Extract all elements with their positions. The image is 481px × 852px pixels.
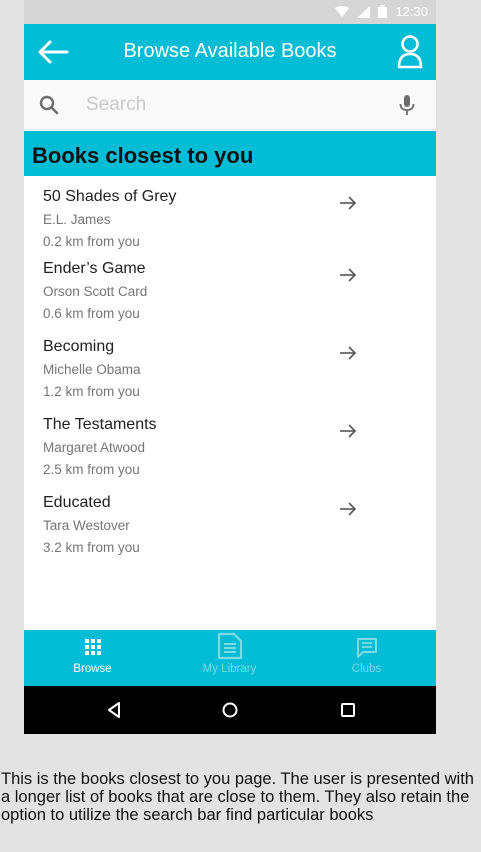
home-circle-icon[interactable] [220, 700, 240, 720]
book-distance: 1.2 km from you [43, 384, 140, 399]
battery-icon [378, 5, 388, 18]
book-title: Educated [43, 494, 111, 511]
system-navigation-bar [24, 686, 436, 734]
book-list: 50 Shades of Grey E.L. James 0.2 km from… [24, 176, 436, 630]
search-bar [24, 80, 436, 130]
book-title: Ender’s Game [43, 260, 146, 277]
nav-label-browse: Browse [73, 663, 112, 675]
profile-icon[interactable] [396, 34, 424, 70]
section-header: Books closest to you [24, 131, 436, 176]
arrow-right-icon[interactable] [338, 344, 358, 362]
book-title: Becoming [43, 338, 115, 355]
nav-item-my-library[interactable]: My Library [161, 630, 298, 686]
chat-icon [356, 638, 377, 658]
list-item[interactable]: Ender’s Game Orson Scott Card 0.6 km fro… [24, 260, 436, 332]
grid-icon [84, 639, 101, 655]
arrow-right-icon[interactable] [338, 194, 358, 212]
status-bar: 12:30 [24, 0, 436, 24]
status-time: 12:30 [395, 4, 428, 19]
arrow-right-icon[interactable] [338, 266, 358, 284]
book-distance: 0.6 km from you [43, 306, 140, 321]
section-title: Books closest to you [32, 143, 254, 168]
document-icon [217, 632, 242, 660]
list-item[interactable]: The Testaments Margaret Atwood 2.5 km fr… [24, 416, 436, 488]
list-item[interactable]: 50 Shades of Grey E.L. James 0.2 km from… [24, 188, 436, 260]
book-author: Orson Scott Card [43, 284, 148, 299]
book-distance: 0.2 km from you [43, 234, 140, 249]
nav-item-clubs[interactable]: Clubs [298, 630, 435, 686]
book-distance: 3.2 km from you [43, 540, 140, 555]
phone-screen: 12:30 Browse Available Books Books close… [24, 0, 436, 734]
arrow-right-icon[interactable] [338, 500, 358, 518]
book-author: Margaret Atwood [43, 440, 146, 455]
list-item[interactable]: Becoming Michelle Obama 1.2 km from you [24, 338, 436, 410]
book-title: The Testaments [43, 416, 157, 433]
nav-label-my-library: My Library [202, 663, 257, 675]
search-input[interactable] [86, 90, 386, 120]
page-title: Browse Available Books [123, 40, 337, 62]
book-distance: 2.5 km from you [43, 462, 140, 477]
signal-icon [357, 5, 371, 18]
app-bar: Browse Available Books [24, 24, 436, 80]
nav-label-clubs: Clubs [351, 663, 382, 675]
search-icon[interactable] [38, 94, 60, 116]
microphone-icon[interactable] [398, 94, 416, 116]
bottom-navigation: Browse My Library Clubs [24, 630, 436, 686]
caption-text: This is the books closest to you page. T… [1, 770, 474, 824]
list-item[interactable]: Educated Tara Westover 3.2 km from you [24, 494, 436, 566]
book-author: Tara Westover [43, 518, 130, 533]
wifi-icon [335, 5, 350, 17]
recents-square-icon[interactable] [338, 700, 358, 720]
nav-item-browse[interactable]: Browse [24, 630, 161, 686]
back-triangle-icon[interactable] [104, 700, 124, 720]
arrow-right-icon[interactable] [338, 422, 358, 440]
book-author: Michelle Obama [43, 362, 141, 377]
book-title: 50 Shades of Grey [43, 188, 177, 205]
book-author: E.L. James [43, 212, 111, 227]
